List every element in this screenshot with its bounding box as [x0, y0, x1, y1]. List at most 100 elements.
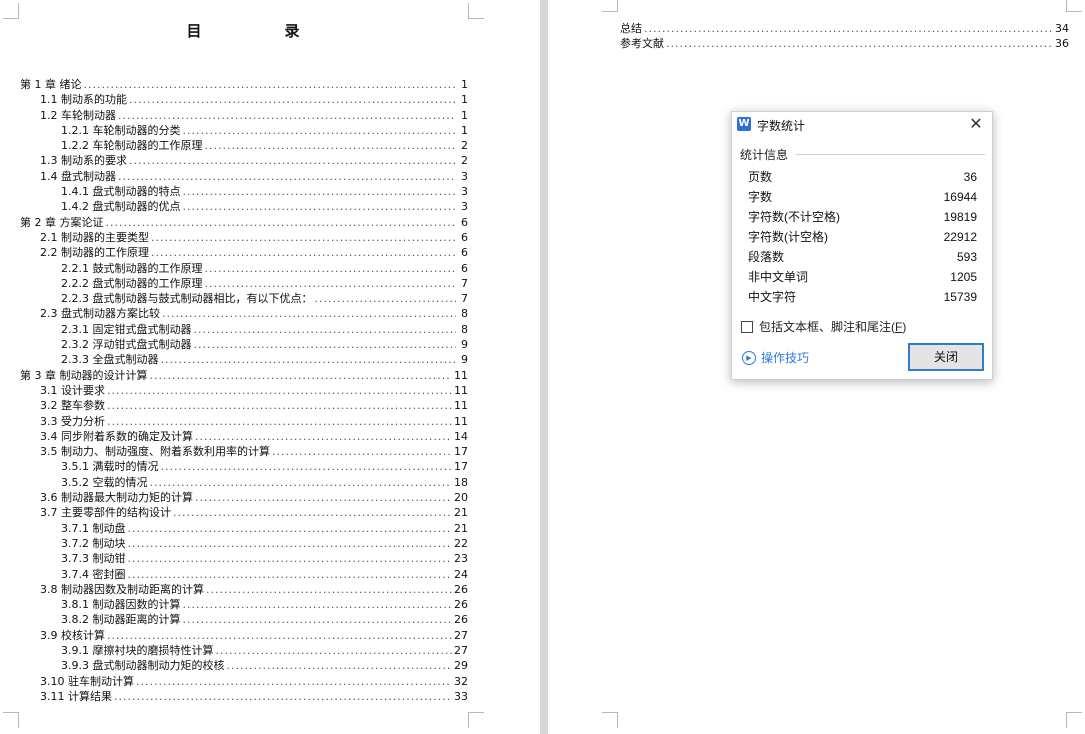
- toc-entry-page: 33: [454, 689, 468, 703]
- toc-entry-title: 1.3 制动系的要求: [40, 154, 127, 168]
- toc-entry[interactable]: 3.11 计算结果 33: [20, 689, 468, 704]
- toc-entry[interactable]: 3.7.1 制动盘 21: [20, 521, 468, 536]
- toc-entry[interactable]: 总结 34: [620, 21, 1069, 36]
- stat-label: 字符数(计空格): [748, 230, 828, 244]
- toc-entry[interactable]: 3.7.3 制动钳 23: [20, 551, 468, 566]
- toc-entry[interactable]: 2.3.3 全盘式制动器 9: [20, 352, 468, 367]
- stat-value: 16944: [943, 190, 977, 204]
- page-corner-mark: [1066, 712, 1082, 728]
- toc-entry[interactable]: 3.7.2 制动块 22: [20, 536, 468, 551]
- toc-entry[interactable]: 3.4 同步附着系数的确定及计算 14: [20, 429, 468, 444]
- toc-leader-dots: [136, 674, 452, 689]
- word-count-dialog: W 字数统计 ✕ 统计信息 页数 36 字数 16944 字符数(不计空格) 19819 字…: [731, 111, 993, 380]
- toc-entry[interactable]: 参考文献 36: [620, 36, 1069, 51]
- group-divider: [796, 154, 985, 155]
- dialog-titlebar[interactable]: W 字数统计 ✕: [732, 112, 992, 138]
- toc-entry-title: 3.5.2 空载的情况: [61, 475, 148, 489]
- toc-entry[interactable]: 3.8.2 制动器距离的计算 26: [20, 612, 468, 627]
- page-gutter: [540, 0, 548, 734]
- toc-entry-title: 3.7.4 密封圈: [61, 567, 126, 581]
- toc-entry-title: 3.9.1 摩擦衬块的磨损特性计算: [61, 643, 214, 657]
- toc-entry[interactable]: 3.5 制动力、制动强度、附着系数利用率的计算 17: [20, 444, 468, 459]
- toc-entry-page: 2: [461, 154, 468, 168]
- toc-entry-page: 32: [454, 674, 468, 688]
- toc-entry[interactable]: 1.1 制动系的功能 1: [20, 92, 468, 107]
- toc-entry[interactable]: 1.4 盘式制动器 3: [20, 169, 468, 184]
- toc-list-continued: 总结 34 参考文献 36: [620, 21, 1069, 52]
- close-icon[interactable]: ✕: [967, 115, 985, 133]
- toc-entry-title: 第 1 章 绪论: [20, 78, 82, 91]
- toc-leader-dots: [216, 643, 453, 658]
- toc-leader-dots: [183, 199, 457, 214]
- toc-leader-dots: [129, 153, 456, 168]
- toc-entry[interactable]: 3.2 整车参数 11: [20, 398, 468, 413]
- toc-leader-dots: [666, 36, 1053, 51]
- toc-entry[interactable]: 2.3 盘式制动器方案比较 8: [20, 306, 468, 321]
- toc-entry[interactable]: 3.8 制动器因数及制动距离的计算 26: [20, 582, 468, 597]
- toc-title: 目 录: [186, 22, 334, 40]
- toc-entry[interactable]: 第 1 章 绪论 1: [20, 77, 468, 92]
- toc-entry[interactable]: 第 2 章 方案论证 6: [20, 215, 468, 230]
- include-textbox-footnotes-option[interactable]: 包括文本框、脚注和尾注(F): [741, 318, 906, 335]
- toc-entry[interactable]: 3.10 驻车制动计算 32: [20, 674, 468, 689]
- toc-entry[interactable]: 3.9.1 摩擦衬块的磨损特性计算 27: [20, 643, 468, 658]
- stat-row: 字数 16944: [748, 187, 977, 207]
- toc-entry[interactable]: 1.4.2 盘式制动器的优点 3: [20, 199, 468, 214]
- toc-leader-dots: [206, 582, 452, 597]
- toc-entry-page: 9: [461, 338, 468, 352]
- toc-entry-title: 3.7.3 制动钳: [61, 552, 126, 566]
- toc-leader-dots: [129, 92, 456, 107]
- toc-entry-page: 1: [461, 108, 468, 122]
- toc-entry-page: 1: [461, 93, 468, 107]
- toc-entry[interactable]: 1.4.1 盘式制动器的特点 3: [20, 184, 468, 199]
- close-button[interactable]: 关闭: [908, 343, 984, 371]
- toc-entry-title: 1.4 盘式制动器: [40, 169, 116, 183]
- toc-entry-page: 21: [454, 506, 468, 520]
- toc-entry[interactable]: 3.8.1 制动器因数的计算 26: [20, 597, 468, 612]
- toc-entry[interactable]: 3.9.3 盘式制动器制动力矩的校核 29: [20, 658, 468, 673]
- toc-entry-title: 3.9.3 盘式制动器制动力矩的校核: [61, 659, 225, 673]
- statistics-group-label: 统计信息: [740, 148, 789, 162]
- page-corner-mark: [1066, 0, 1082, 12]
- toc-entry-page: 11: [454, 399, 468, 413]
- toc-entry[interactable]: 2.1 制动器的主要类型 6: [20, 230, 468, 245]
- stat-label: 段落数: [748, 250, 785, 264]
- include-textbox-footnotes-checkbox[interactable]: [741, 320, 753, 333]
- toc-entry[interactable]: 2.3.1 固定钳式盘式制动器 8: [20, 322, 468, 337]
- toc-entry[interactable]: 2.2.1 鼓式制动器的工作原理 6: [20, 261, 468, 276]
- toc-entry[interactable]: 3.6 制动器最大制动力矩的计算 20: [20, 490, 468, 505]
- toc-entry[interactable]: 2.2.3 盘式制动器与鼓式制动器相比，有以下优点： 7: [20, 291, 468, 306]
- toc-entry-page: 27: [454, 643, 468, 657]
- stat-value: 36: [963, 170, 977, 184]
- toc-entry[interactable]: 3.5.2 空载的情况 18: [20, 475, 468, 490]
- toc-entry[interactable]: 3.7 主要零部件的结构设计 21: [20, 505, 468, 520]
- tips-link[interactable]: ▶ 操作技巧: [742, 349, 809, 366]
- toc-entry[interactable]: 2.2 制动器的工作原理 6: [20, 245, 468, 260]
- toc-entry[interactable]: 1.3 制动系的要求 2: [20, 153, 468, 168]
- checkbox-label: 包括文本框、脚注和尾注(: [759, 320, 895, 334]
- toc-entry-page: 26: [454, 582, 468, 596]
- toc-entry-page: 17: [454, 445, 468, 459]
- page-corner-mark: [3, 712, 19, 728]
- toc-entry[interactable]: 3.7.4 密封圈 24: [20, 567, 468, 582]
- toc-leader-dots: [151, 245, 456, 260]
- document-page-left: 目 录 第 1 章 绪论11.1 制动系的功能11.2 车轮制动器11.2.1 …: [0, 0, 540, 734]
- toc-entry-page: 18: [454, 475, 468, 489]
- toc-entry-title: 1.4.1 盘式制动器的特点: [61, 185, 181, 199]
- toc-entry-title: 3.1 设计要求: [40, 383, 105, 397]
- toc-entry-page: 26: [454, 613, 468, 627]
- toc-leader-dots: [151, 230, 456, 245]
- toc-entry[interactable]: 3.5.1 满载时的情况 17: [20, 459, 468, 474]
- toc-entry[interactable]: 3.9 校核计算 27: [20, 628, 468, 643]
- stat-label: 中文字符: [748, 290, 797, 304]
- page-corner-mark: [468, 712, 484, 728]
- toc-entry[interactable]: 2.3.2 浮动钳式盘式制动器 9: [20, 337, 468, 352]
- toc-entry[interactable]: 1.2 车轮制动器 1: [20, 108, 468, 123]
- toc-entry[interactable]: 第 3 章 制动器的设计计算 11: [20, 368, 468, 383]
- toc-entry[interactable]: 3.1 设计要求 11: [20, 383, 468, 398]
- toc-entry[interactable]: 3.3 受力分析 11: [20, 414, 468, 429]
- toc-entry-page: 26: [454, 598, 468, 612]
- toc-entry[interactable]: 1.2.1 车轮制动器的分类 1: [20, 123, 468, 138]
- toc-entry[interactable]: 2.2.2 盘式制动器的工作原理 7: [20, 276, 468, 291]
- toc-entry[interactable]: 1.2.2 车轮制动器的工作原理 2: [20, 138, 468, 153]
